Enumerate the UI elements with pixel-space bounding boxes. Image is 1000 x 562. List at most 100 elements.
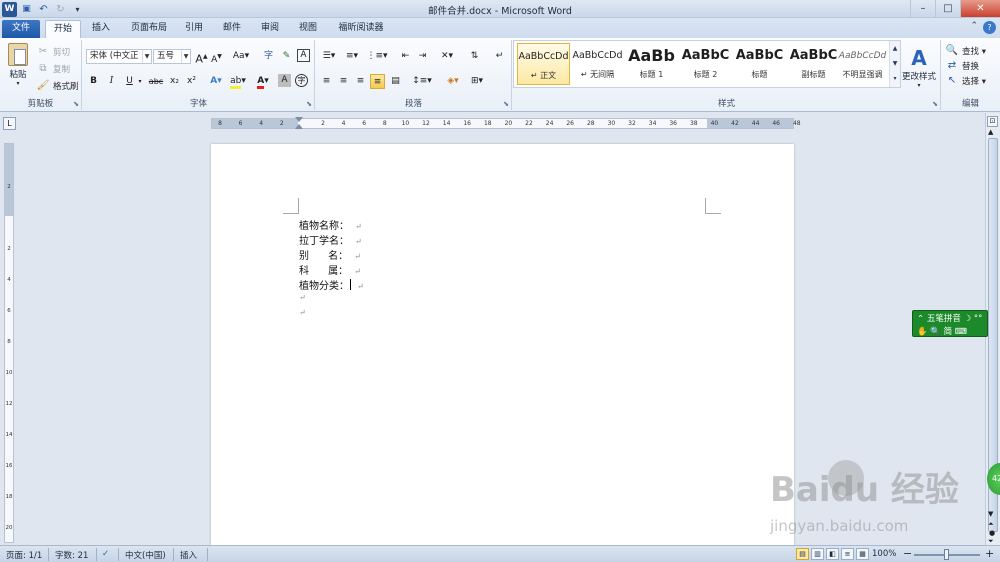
enclose-char-icon[interactable]: 字 [295,74,308,87]
find-button[interactable]: 🔍 查找 ▾ [945,43,986,58]
grow-font-button[interactable]: A▲ [194,49,209,66]
maximize-button[interactable]: □ [935,0,960,17]
document-page[interactable]: 植物名称： ↵ 拉丁学名： ↵ 别 名： ↵ 科 属： ↵ 植物分类： ↵ ↵ ↵ [211,144,794,545]
align-center-icon[interactable]: ≡ [336,74,351,89]
chevron-down-icon[interactable]: ▾ [136,74,144,89]
align-left-icon[interactable]: ≡ [319,74,334,89]
font-name-combo[interactable]: 宋体 (中文正 ▼ [86,49,152,64]
show-marks-icon[interactable]: ↵ [492,49,507,64]
format-painter-button[interactable]: 🖌 格式刷 [36,78,79,93]
word-count[interactable]: 字数: 21 [55,549,88,561]
shrink-font-button[interactable]: A▼ [209,49,224,65]
bold-button[interactable]: B [86,74,101,89]
doc-line-1[interactable]: 植物名称： ↵ [299,217,362,232]
change-styles-button[interactable]: A 更改样式 ▾ [900,42,938,92]
cut-button[interactable]: ✂ 剪切 [36,44,70,59]
styles-scroll[interactable]: ▲ ▼ ▾ [889,41,900,87]
zoom-in-button[interactable]: + [985,547,994,560]
text-effects-icon[interactable]: A▾ [206,74,226,89]
subscript-button[interactable]: x₂ [167,74,182,89]
superscript-button[interactable]: x² [184,74,199,89]
doc-line-4[interactable]: 科 属： ↵ [299,262,361,277]
select-button[interactable]: ↖ 选择 ▾ [945,73,986,88]
chevron-down-icon[interactable]: ▼ [890,56,900,71]
doc-line-7[interactable]: ↵ [299,307,306,318]
style-no-spacing[interactable]: AaBbCcDd ↵ 无间隔 [571,43,624,85]
underline-button[interactable]: U [122,74,137,89]
ime-toolbar[interactable]: ⌃ 五笔拼音 ☽ °° ✋ 🔍 简 ⌨ [912,310,988,337]
multilevel-list-icon[interactable]: ⋮≡▾ [366,49,388,64]
more-styles-icon[interactable]: ▾ [890,71,900,86]
tab-selector-icon[interactable]: L [3,117,16,130]
insert-mode[interactable]: 插入 [180,549,197,561]
increase-indent-icon[interactable]: ⇥ [415,49,430,64]
paragraph-launcher-icon[interactable]: ⬊ [503,100,509,108]
change-case-button[interactable]: Aa▾ [230,49,252,64]
page-count[interactable]: 页面: 1/1 [6,549,42,561]
decrease-indent-icon[interactable]: ⇤ [398,49,413,64]
doc-line-5[interactable]: 植物分类： ↵ [299,277,364,292]
horizontal-ruler[interactable]: 8 6 4 2 2 4 6 8 10 12 14 16 18 20 22 24 26 28 30 32 34 36 38 40… [211,117,801,129]
italic-button[interactable]: I [104,74,119,89]
clear-format-icon[interactable]: ✎ [279,49,294,64]
style-heading-2[interactable]: AaBbC 标题 2 [679,43,732,85]
char-shading-icon[interactable]: A [278,74,291,87]
full-screen-reading-icon[interactable]: ▥ [811,548,824,560]
tab-page-layout[interactable]: 页面布局 [124,20,174,38]
tab-references[interactable]: 引用 [177,20,211,38]
style-heading-1[interactable]: AaBb 标题 1 [625,43,678,85]
highlight-icon[interactable]: ab▾ [228,74,248,89]
minimize-ribbon-icon[interactable]: ⌃ [970,21,978,31]
tab-file[interactable]: 文件 [2,20,40,38]
align-right-icon[interactable]: ≡ [353,74,368,89]
doc-line-2[interactable]: 拉丁学名： ↵ [299,232,362,247]
replace-button[interactable]: ⇄ 替换 [945,58,979,73]
tab-home[interactable]: 开始 [45,20,81,38]
draft-icon[interactable]: ▦ [856,548,869,560]
style-subtitle[interactable]: AaBbC 副标题 [787,43,840,85]
outline-icon[interactable]: ≡ [841,548,854,560]
print-layout-icon[interactable]: ▤ [796,548,809,560]
clipboard-launcher-icon[interactable]: ⬊ [73,100,79,108]
doc-line-3[interactable]: 别 名： ↵ [299,247,361,262]
proofing-icon[interactable]: ✓ [102,549,109,559]
tab-foxit[interactable]: 福昕阅读器 [330,20,392,38]
style-normal[interactable]: AaBbCcDd ↵ 正文 [517,43,570,85]
hanging-indent-icon[interactable] [295,124,303,129]
numbering-icon[interactable]: ≡▾ [342,49,362,64]
paste-button[interactable]: 粘贴 ▾ [4,43,32,87]
close-button[interactable]: ✕ [960,0,1000,17]
style-title[interactable]: AaBbC 标题 [733,43,786,85]
sort-icon[interactable]: ⇅ [467,49,482,64]
language[interactable]: 中文(中国) [125,549,166,561]
prev-page-icon[interactable]: ⏶ [988,520,994,529]
doc-line-6[interactable]: ↵ [299,292,306,303]
font-launcher-icon[interactable]: ⬊ [306,100,312,108]
font-color-icon[interactable]: A▾ [253,74,273,89]
minimize-button[interactable]: – [910,0,935,17]
web-layout-icon[interactable]: ◧ [826,548,839,560]
line-spacing-icon[interactable]: ↕≡▾ [412,74,432,89]
copy-button[interactable]: ⧉ 复制 [36,61,70,76]
font-size-combo[interactable]: 五号 ▼ [153,49,191,64]
borders-icon[interactable]: ⊞▾ [467,74,487,89]
styles-launcher-icon[interactable]: ⬊ [932,100,938,108]
strikethrough-button[interactable]: abc [147,74,165,89]
view-ruler-icon[interactable]: ⊡ [987,116,998,127]
zoom-slider-thumb[interactable] [944,549,949,560]
justify-icon[interactable]: ≡ [370,74,385,89]
indent-marker-icon[interactable] [295,117,303,122]
zoom-out-button[interactable]: − [903,547,912,560]
asian-layout-icon[interactable]: ✕▾ [437,49,457,64]
distribute-icon[interactable]: ▤ [388,74,403,89]
browse-object-icon[interactable]: ● [989,529,995,537]
tab-insert[interactable]: 插入 [84,20,118,38]
scroll-up-icon[interactable]: ▲ [988,128,993,136]
tab-review[interactable]: 审阅 [253,20,287,38]
help-icon[interactable]: ? [983,21,996,34]
zoom-level[interactable]: 100% [872,549,896,559]
tab-view[interactable]: 视图 [291,20,325,38]
chevron-up-icon[interactable]: ▲ [890,41,900,56]
shading-icon[interactable]: ◈▾ [443,74,463,89]
bullets-icon[interactable]: ☰▾ [319,49,339,64]
